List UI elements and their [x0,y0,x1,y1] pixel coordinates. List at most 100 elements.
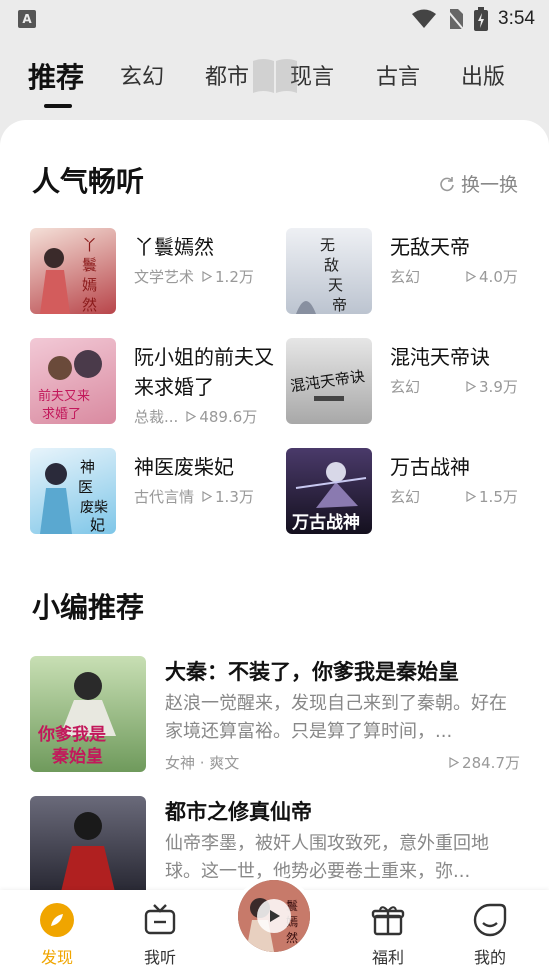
book-cover: 你爹我是 秦始皇 [30,656,146,772]
svg-text:嫣: 嫣 [82,276,97,294]
battery-icon [474,7,489,31]
refresh-button[interactable]: 换一换 [439,170,518,197]
svg-text:帝: 帝 [332,296,347,314]
svg-text:你爹我是: 你爹我是 [37,724,106,745]
svg-text:混沌天帝诀: 混沌天帝诀 [289,367,366,395]
nav-label: 我的 [473,948,506,967]
book-category: 玄幻 [390,488,421,506]
book-cover: 丫鬟嫣然 [30,228,116,314]
svg-text:医: 医 [78,478,93,496]
tab-recommend[interactable]: 推荐 [28,54,84,102]
nav-benefits[interactable]: 福利 [353,902,423,968]
play-count-icon [449,757,460,768]
play-count: 3.9万 [479,378,518,396]
book-cover: 万古战神 [286,448,372,534]
play-count-icon [466,491,477,502]
svg-text:妃: 妃 [90,516,105,534]
tab-fantasy[interactable]: 玄幻 [120,54,164,102]
book-tags: 女神 · 爽文 [165,754,240,772]
book-title: 大秦：不装了，你爹我是秦始皇 [165,660,459,684]
book-meta: 文学艺术 1.2万 [134,266,254,287]
popular-item[interactable]: 无敌天帝 无敌天帝 玄幻 4.0万 [286,228,526,318]
book-title: 丫鬟嫣然 [134,235,214,259]
nav-label: 我听 [143,948,176,967]
svg-text:无: 无 [320,236,335,254]
editor-section-title: 小编推荐 [32,591,145,624]
no-sim-icon [446,9,464,30]
popular-item[interactable]: 前夫又来求婚了 阮小姐的前夫又来求婚了 总裁... 489.6万 [30,338,274,428]
nav-discover[interactable]: 发现 [22,902,92,968]
refresh-icon [440,176,454,191]
popular-item[interactable]: 神医废柴妃 神医废柴妃 古代言情 1.3万 [30,448,270,538]
play-count-icon [466,271,477,282]
mini-player[interactable]: 鬟嫣然 [234,876,314,956]
status-bar: A 3:54 [0,0,549,38]
book-category: 文学艺术 [134,268,195,286]
svg-text:丫: 丫 [82,236,97,254]
content-card: 人气畅听 换一换 丫鬟嫣然 丫鬟嫣然 文学艺术 1.2万 无敌天帝 无敌天帝 玄… [0,120,549,976]
play-count-icon [202,491,213,502]
book-meta: 总裁... 489.6万 [134,406,257,427]
clock: 3:54 [498,8,535,29]
svg-text:鬟: 鬟 [82,256,97,274]
play-count: 1.2万 [215,268,254,286]
book-title: 混沌天帝诀 [390,345,490,369]
svg-text:神: 神 [80,458,95,476]
play-count: 4.0万 [479,268,518,286]
play-count: 1.5万 [479,488,518,506]
app-notification-icon: A [18,10,36,28]
nav-my-listening[interactable]: 我听 [125,902,195,968]
svg-text:敌: 敌 [324,256,339,274]
book-cover: 神医废柴妃 [30,448,116,534]
play-count: 284.7万 [462,754,520,772]
book-category: 古代言情 [134,488,195,506]
book-description: 仙帝李墨，被奸人围攻致死，意外重回地球。这一世，他势必要卷土重来，弥... [165,833,489,882]
play-count-icon [186,411,197,422]
tab-ancient-romance[interactable]: 古言 [376,54,420,102]
gift-icon [371,906,405,936]
nav-label: 发现 [40,948,73,967]
svg-text:求婚了: 求婚了 [42,407,81,422]
popular-item[interactable]: 丫鬟嫣然 丫鬟嫣然 文学艺术 1.2万 [30,228,270,318]
popular-item[interactable]: 混沌天帝诀 混沌天帝诀 玄幻 3.9万 [286,338,526,428]
book-category: 总裁... [134,408,179,426]
popular-item[interactable]: 万古战神 万古战神 玄幻 1.5万 [286,448,526,538]
book-cover: 混沌天帝诀 [286,338,372,424]
svg-text:然: 然 [286,930,298,945]
wifi-icon [412,9,437,28]
tab-published[interactable]: 出版 [461,54,505,102]
play-icon [270,910,280,922]
book-meta: 玄幻 3.9万 [390,376,518,397]
book-icon [253,59,297,93]
svg-text:前夫又来: 前夫又来 [38,388,90,404]
svg-text:然: 然 [82,296,97,314]
svg-text:天: 天 [328,276,343,294]
discover-icon [40,903,74,937]
tv-icon [144,904,176,935]
book-description: 赵浪一觉醒来，发现自己来到了秦朝。好在家境还算富裕。只是算了算时间，... [165,693,507,742]
recommend-item[interactable]: 你爹我是 秦始皇 大秦：不装了，你爹我是秦始皇 赵浪一觉醒来，发现自己来到了秦朝。… [30,656,520,774]
book-title: 神医废柴妃 [134,455,234,479]
book-title: 万古战神 [390,455,470,479]
active-tab-indicator [44,104,72,108]
play-count: 489.6万 [199,408,258,426]
refresh-label: 换一换 [460,174,518,196]
book-title: 都市之修真仙帝 [165,800,312,824]
book-plays: 284.7万 [449,752,520,773]
play-count-icon [202,271,213,282]
popular-section-title: 人气畅听 [32,165,145,198]
book-meta: 玄幻 4.0万 [390,266,518,287]
svg-text:万古战神: 万古战神 [291,512,360,533]
face-icon [473,903,507,937]
nav-profile[interactable]: 我的 [455,902,525,968]
book-title: 无敌天帝 [390,235,470,259]
book-meta: 古代言情 1.3万 [134,486,254,507]
tab-urban[interactable]: 都市 [205,54,249,102]
book-meta: 玄幻 1.5万 [390,486,518,507]
play-button[interactable] [257,899,291,933]
book-category: 玄幻 [390,268,421,286]
book-title: 阮小姐的前夫又来求婚了 [134,345,274,399]
svg-text:废柴: 废柴 [80,500,108,516]
nav-label: 福利 [371,948,404,967]
book-category: 玄幻 [390,378,421,396]
